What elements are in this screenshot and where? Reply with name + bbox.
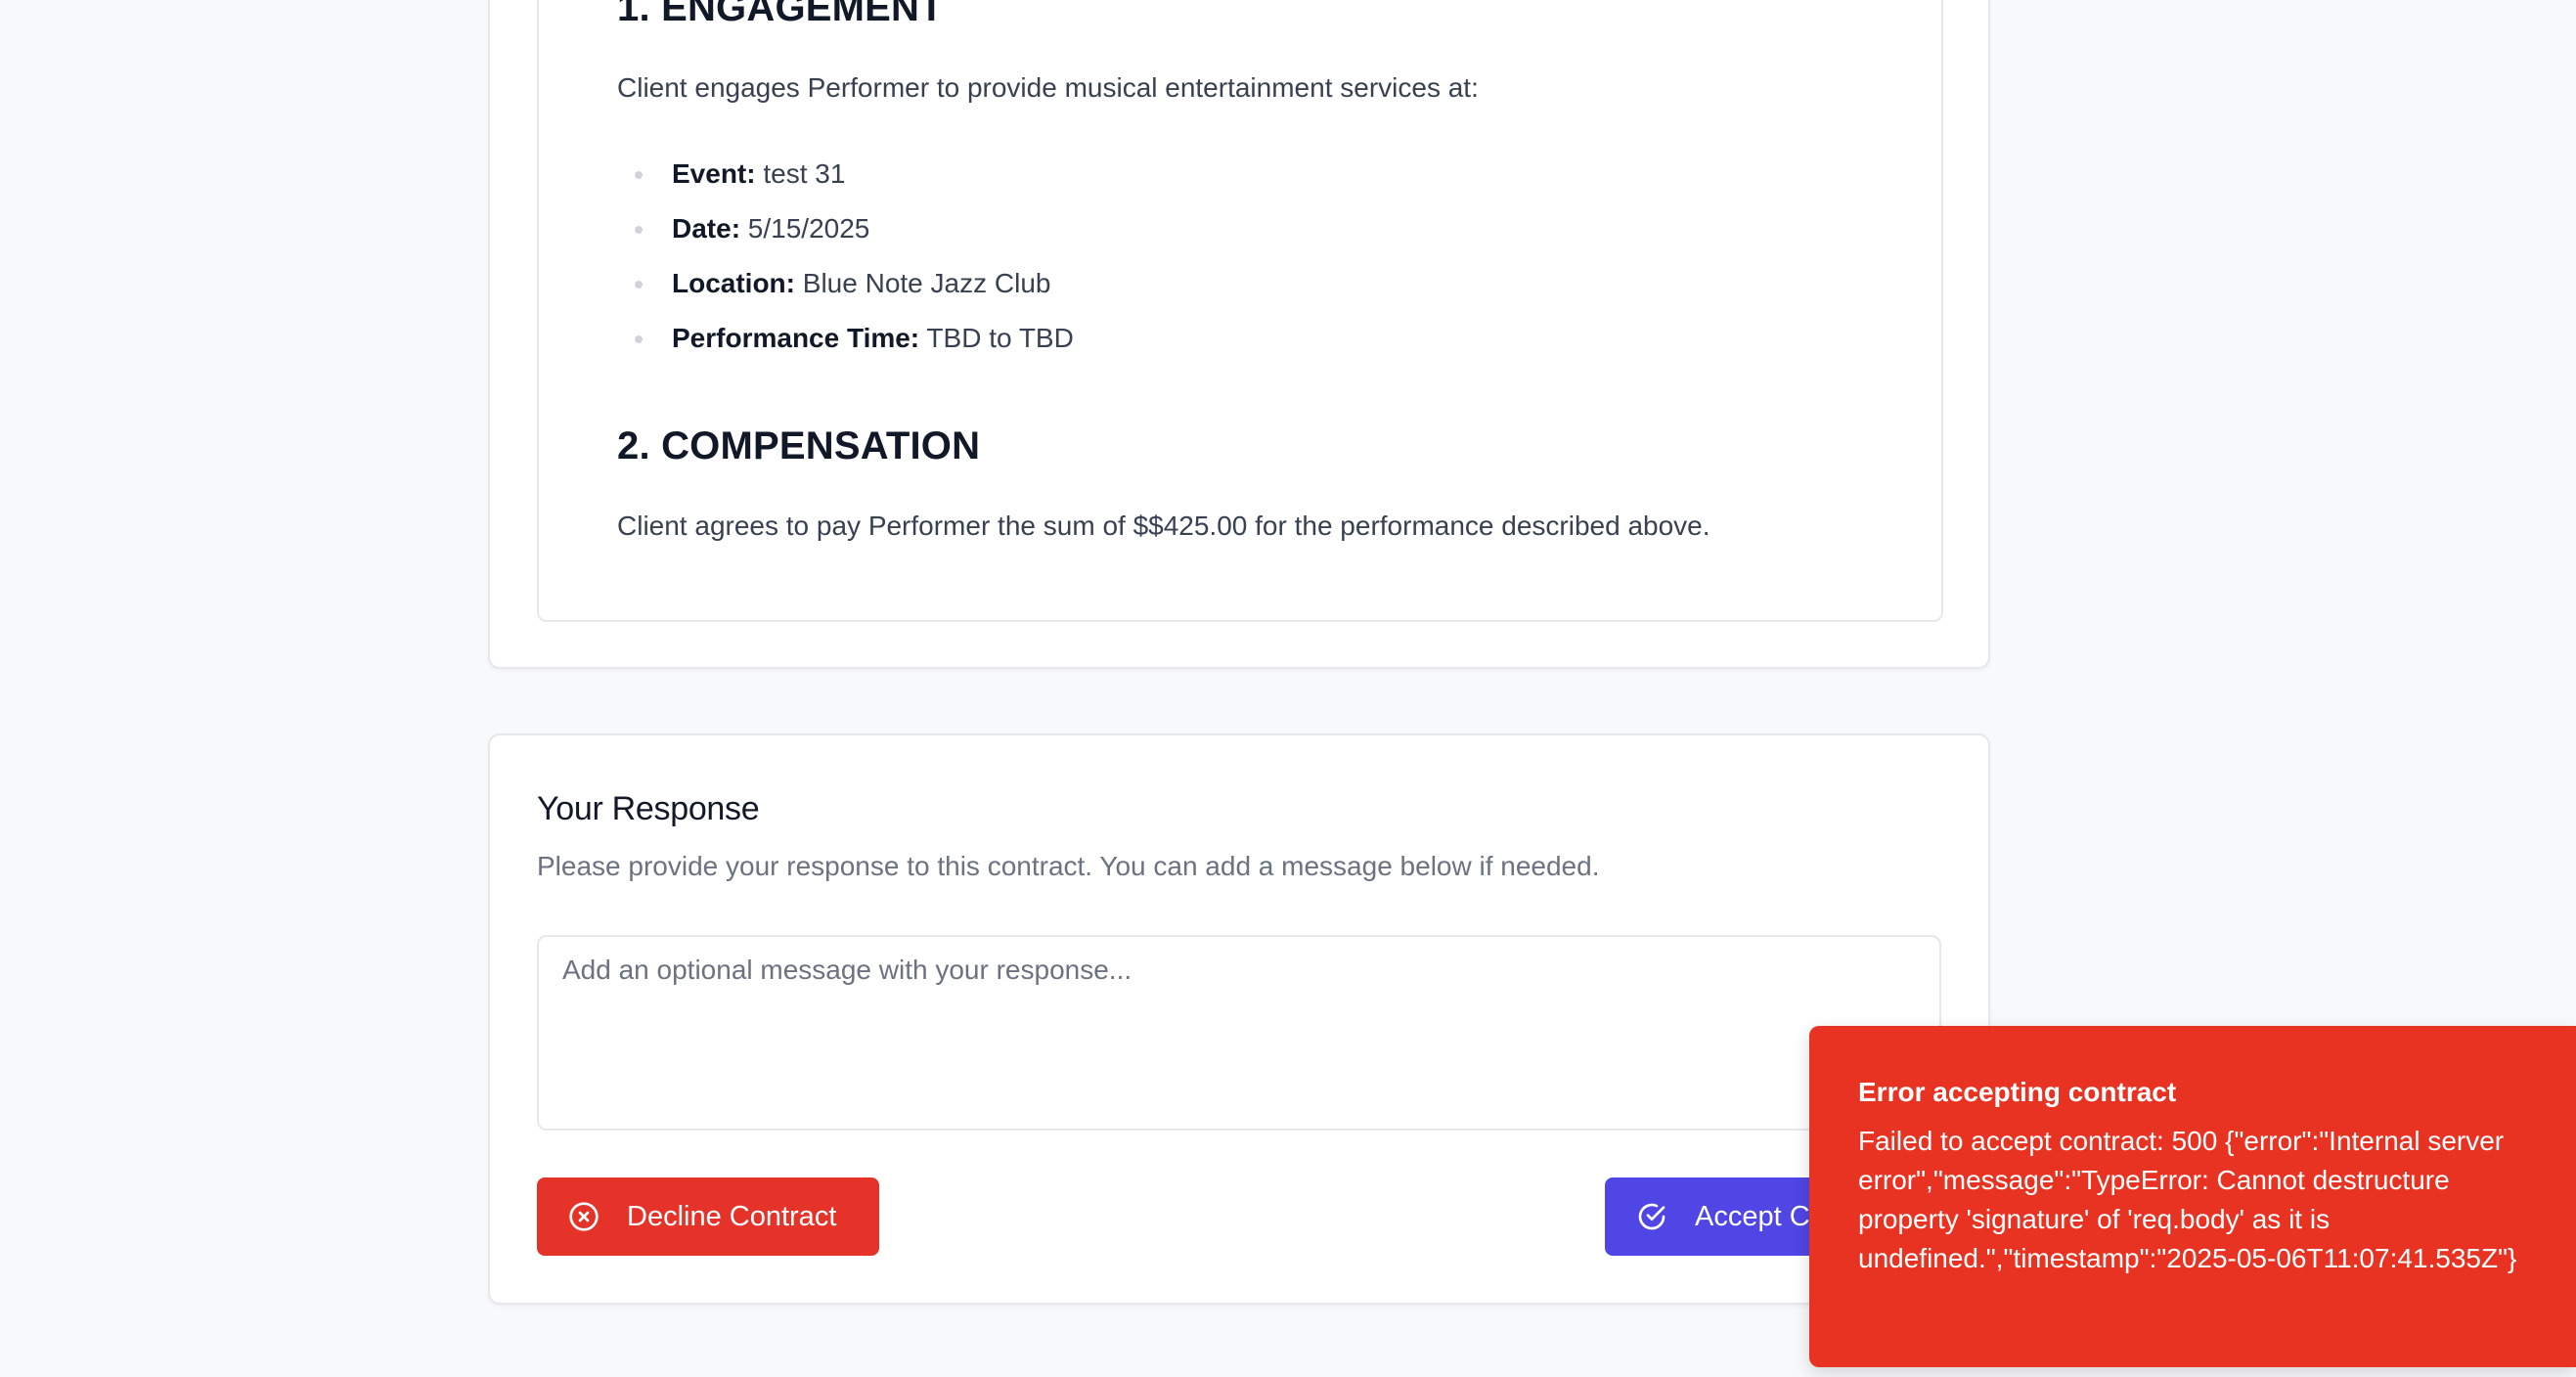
toast-title: Error accepting contract xyxy=(1858,1077,2177,1107)
compensation-heading: 2. COMPENSATION xyxy=(617,424,981,467)
detail-value: 5/15/2025 xyxy=(747,213,870,244)
detail-event: Event: test 31 xyxy=(617,147,1074,201)
detail-label: Event: xyxy=(672,158,756,189)
detail-label: Date: xyxy=(672,213,741,244)
bullet-icon xyxy=(635,335,643,343)
detail-performance-time: Performance Time: TBD to TBD xyxy=(617,311,1074,366)
engagement-heading: 1. ENGAGEMENT xyxy=(617,0,944,29)
response-message-input[interactable] xyxy=(537,935,1941,1131)
bullet-icon xyxy=(635,226,643,234)
response-title: Your Response xyxy=(537,790,760,827)
compensation-text: Client agrees to pay Performer the sum o… xyxy=(617,511,1710,541)
decline-contract-button[interactable]: Decline Contract xyxy=(537,1177,879,1256)
response-description: Please provide your response to this con… xyxy=(537,851,1600,881)
bullet-icon xyxy=(635,281,643,289)
x-circle-icon xyxy=(569,1202,599,1231)
detail-label: Location: xyxy=(672,268,795,298)
bullet-icon xyxy=(635,171,643,179)
decline-button-label: Decline Contract xyxy=(627,1200,837,1232)
detail-date: Date: 5/15/2025 xyxy=(617,201,1074,256)
toast-message: Failed to accept contract: 500 {"error":… xyxy=(1858,1126,2517,1273)
detail-value: TBD to TBD xyxy=(926,323,1074,353)
engagement-details-list: Event: test 31 Date: 5/15/2025 Location:… xyxy=(617,147,1074,366)
detail-value: Blue Note Jazz Club xyxy=(802,268,1051,298)
engagement-intro: Client engages Performer to provide musi… xyxy=(617,72,1479,103)
response-card: Your Response Please provide your respon… xyxy=(488,733,1996,1305)
detail-location: Location: Blue Note Jazz Club xyxy=(617,256,1074,311)
check-circle-icon xyxy=(1638,1203,1666,1230)
contract-card: 1. ENGAGEMENT Client engages Performer t… xyxy=(488,0,1990,669)
detail-value: test 31 xyxy=(763,158,846,189)
error-toast[interactable]: Error accepting contract Failed to accep… xyxy=(1809,1026,2576,1367)
contract-document: 1. ENGAGEMENT Client engages Performer t… xyxy=(537,0,1943,622)
detail-label: Performance Time: xyxy=(672,323,920,353)
